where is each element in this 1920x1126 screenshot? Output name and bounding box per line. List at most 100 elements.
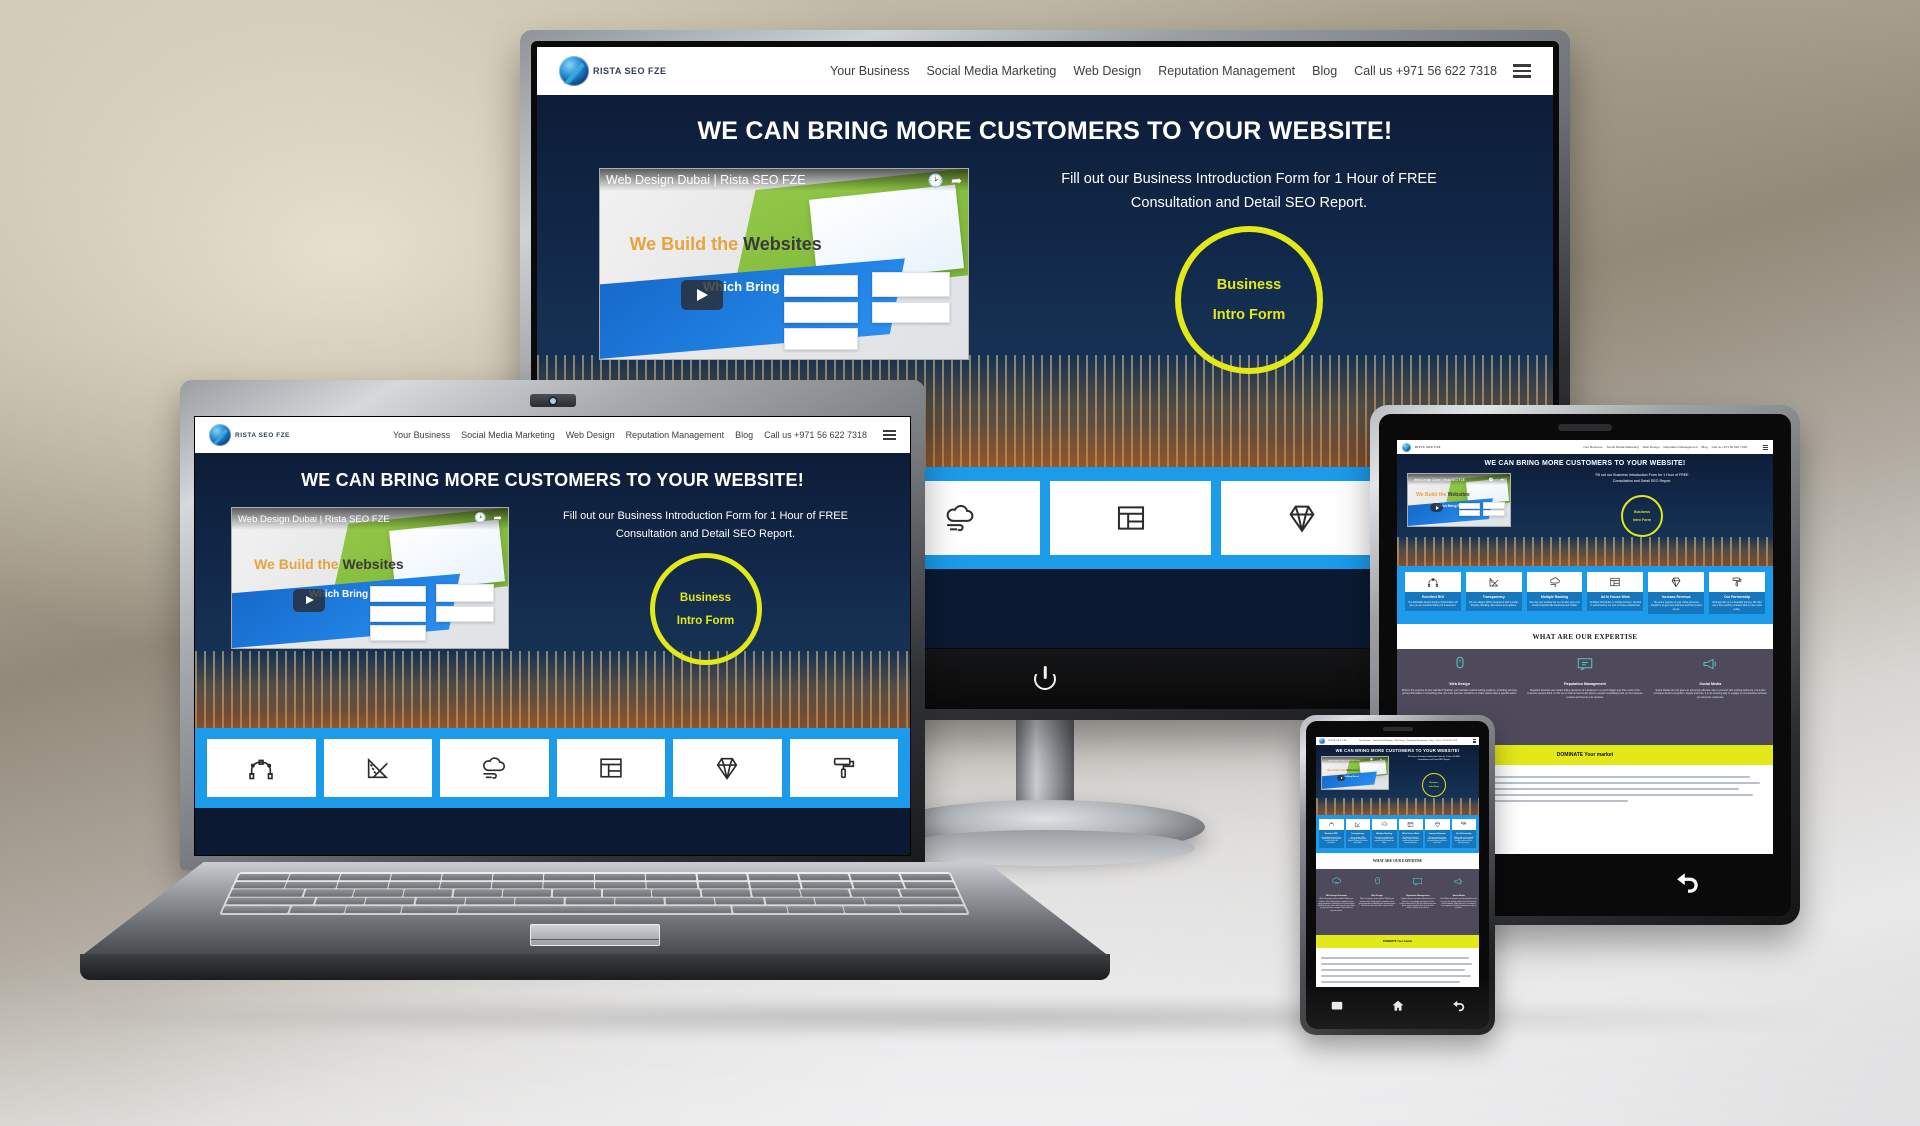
feature-card[interactable]: Multiple Ranking Not only your website bu…	[1372, 819, 1397, 849]
video-player[interactable]: Web Design Dubai | Rista SEO FZE 🕑 ➦ We …	[231, 507, 509, 649]
feature-card[interactable]: Our Partnership Working with us is a beau…	[1709, 572, 1765, 614]
hamburger-menu-icon[interactable]	[1473, 739, 1476, 743]
play-icon[interactable]	[1336, 774, 1345, 781]
video-player[interactable]: Web Design Dubai | Rista SEO FZE 🕑 ➦ We …	[1321, 756, 1389, 790]
nav-item-social-media-marketing[interactable]: Social Media Marketing	[1373, 740, 1393, 742]
nav-item-your-business[interactable]: Your Business	[393, 430, 450, 440]
home-icon[interactable]	[1391, 999, 1405, 1018]
nav-item-call-us[interactable]: Call us +971 56 622 7318	[1712, 445, 1747, 449]
nav-item-web-design[interactable]: Web Design	[1643, 445, 1660, 449]
nav-item-social-media-marketing[interactable]: Social Media Marketing	[461, 430, 555, 440]
feature-card-icon	[1465, 572, 1522, 592]
share-icon[interactable]: ➦	[494, 514, 502, 524]
brand-logo[interactable]: RISTA SEO FZE	[1402, 442, 1441, 452]
nav-item-reputation-management[interactable]: Reputation Management	[1158, 64, 1295, 78]
expertise-body: Social Media not only gives an extremely…	[1440, 899, 1477, 910]
nav-item-call-us[interactable]: Call us +971 56 622 7318	[1435, 740, 1457, 742]
nav-item-blog[interactable]: Blog	[1430, 740, 1434, 742]
business-intro-form-button[interactable]: Business Intro Form	[1422, 772, 1446, 797]
feature-card[interactable]: Increase Revenue The entire purpose of yo…	[1648, 572, 1705, 614]
video-headline: We Build the Websites	[1416, 492, 1469, 498]
feature-card[interactable]: Multiple Ranking Not only your website bu…	[1526, 572, 1583, 614]
service-icon-cell[interactable]	[440, 739, 549, 797]
expertise-band: Web Design Dominate What is the purpose …	[1316, 869, 1479, 936]
nav-item-your-business[interactable]: Your Business	[1583, 445, 1603, 449]
feature-card[interactable]: Transparency We are always 100% transpare…	[1465, 572, 1522, 614]
nav-item-web-design[interactable]: Web Design	[1073, 64, 1141, 78]
hamburger-menu-icon[interactable]	[883, 430, 896, 440]
hero-section: WE CAN BRING MORE CUSTOMERS TO YOUR WEBS…	[195, 453, 910, 728]
clock-icon[interactable]: 🕑	[928, 174, 944, 187]
hero-copy: Fill out our Business Introduction Form …	[1521, 473, 1763, 485]
dominate-banner[interactable]: DOMINATE Your market	[1316, 935, 1479, 949]
feature-card[interactable]: Our Partnership Working with us is a beau…	[1451, 819, 1476, 849]
feature-card[interactable]: Increase Revenue The entire purpose of yo…	[1425, 819, 1450, 849]
nav-item-reputation-management[interactable]: Reputation Management	[626, 430, 725, 440]
paint-roller-icon	[833, 757, 854, 779]
cta-line-2: Intro Form	[1633, 517, 1651, 522]
clock-icon[interactable]: 🕑	[474, 514, 486, 524]
clock-icon[interactable]: 🕑	[1370, 758, 1373, 761]
back-icon[interactable]	[1452, 999, 1466, 1018]
hamburger-menu-icon[interactable]	[1513, 64, 1531, 78]
cta-line-1: Business	[1634, 509, 1650, 514]
share-icon[interactable]: ➦	[1380, 758, 1382, 761]
service-icon-cell[interactable]	[673, 739, 782, 797]
service-icon-cell[interactable]	[323, 739, 432, 797]
nav-item-reputation-management[interactable]: Reputation Management	[1407, 740, 1428, 742]
hamburger-menu-icon[interactable]	[1763, 444, 1768, 450]
nav-item-blog[interactable]: Blog	[1312, 64, 1337, 78]
brand-logo[interactable]: RISTA SEO FZE	[559, 56, 667, 86]
recents-icon[interactable]	[1330, 999, 1344, 1018]
laptop-keyboard[interactable]	[219, 872, 971, 915]
business-intro-form-button[interactable]: Business Intro Form	[1175, 225, 1323, 374]
clock-icon[interactable]: 🕑	[1489, 477, 1494, 482]
layout-grid-icon	[1610, 577, 1620, 587]
play-icon[interactable]	[292, 588, 325, 612]
video-player[interactable]: Web Design Dubai | Rista SEO FZE 🕑 ➦ We …	[1407, 473, 1511, 527]
feature-card-title: Multiple Ranking	[1376, 833, 1393, 835]
business-intro-form-button[interactable]: Business Intro Form	[1621, 494, 1663, 537]
business-intro-form-button[interactable]: Business Intro Form	[649, 553, 762, 666]
nav-item-web-design[interactable]: Web Design	[1395, 740, 1405, 742]
play-icon[interactable]	[680, 279, 723, 310]
laptop-trackpad[interactable]	[530, 924, 660, 946]
service-icon-cell[interactable]	[207, 739, 316, 797]
feature-card[interactable]: Transparency We are always 100% transpare…	[1345, 819, 1370, 849]
nav-item-blog[interactable]: Blog	[735, 430, 753, 440]
nav-item-web-design[interactable]: Web Design	[566, 430, 615, 440]
feature-card-band: Excellent ROI Our affordable Search Engin…	[1397, 566, 1773, 624]
feature-card[interactable]: Excellent ROI Our affordable Search Engin…	[1319, 819, 1344, 849]
nav-item-reputation-management[interactable]: Reputation Management	[1664, 445, 1698, 449]
video-headline-accent: We Build the	[254, 555, 339, 572]
feature-card[interactable]: All In House Work No Black Hat Tactics or…	[1398, 819, 1423, 849]
feature-card-body: Working with us is a beautiful journey. …	[1712, 601, 1762, 611]
hero-cta-column: Fill out our Business Introduction Form …	[1007, 168, 1491, 374]
feature-card-title: Excellent ROI	[1324, 833, 1338, 835]
service-icon-cell[interactable]	[556, 739, 665, 797]
brand-logo[interactable]: RISTA SEO FZE	[209, 424, 290, 446]
nav-item-social-media-marketing[interactable]: Social Media Marketing	[926, 64, 1056, 78]
nav-item-call-us[interactable]: Call us +971 56 622 7318	[1354, 64, 1497, 78]
nav-item-blog[interactable]: Blog	[1701, 445, 1707, 449]
feature-card-icon	[1587, 572, 1644, 592]
feature-card-title: All In House Work	[1600, 595, 1630, 599]
video-player[interactable]: Web Design Dubai | Rista SEO FZE 🕑 ➦ We …	[599, 168, 969, 360]
nav-item-your-business[interactable]: Your Business	[1359, 740, 1371, 742]
nav-item-call-us[interactable]: Call us +971 56 622 7318	[764, 430, 867, 440]
share-icon[interactable]: ➦	[951, 174, 962, 187]
layout-grid-icon	[600, 758, 622, 778]
video-headline: We Build the Websites	[254, 556, 404, 572]
nav-item-social-media-marketing[interactable]: Social Media Marketing	[1607, 445, 1639, 449]
service-icon-cell[interactable]	[1221, 481, 1382, 555]
brand-logo[interactable]: RISTA SEO FZE	[1319, 738, 1347, 744]
hero-title: WE CAN BRING MORE CUSTOMERS TO YOUR WEBS…	[1484, 460, 1686, 467]
nav-item-your-business[interactable]: Your Business	[830, 64, 909, 78]
share-icon[interactable]: ➦	[1501, 477, 1504, 482]
back-icon[interactable]	[1675, 870, 1701, 901]
feature-card[interactable]: All In House Work No Black Hat Tactics or…	[1587, 572, 1644, 614]
feature-card-title: Transparency	[1482, 595, 1505, 599]
chat-screen-icon	[1577, 657, 1593, 671]
feature-card[interactable]: Excellent ROI Our affordable Search Engin…	[1405, 572, 1461, 614]
service-icon-cell[interactable]	[789, 739, 898, 797]
